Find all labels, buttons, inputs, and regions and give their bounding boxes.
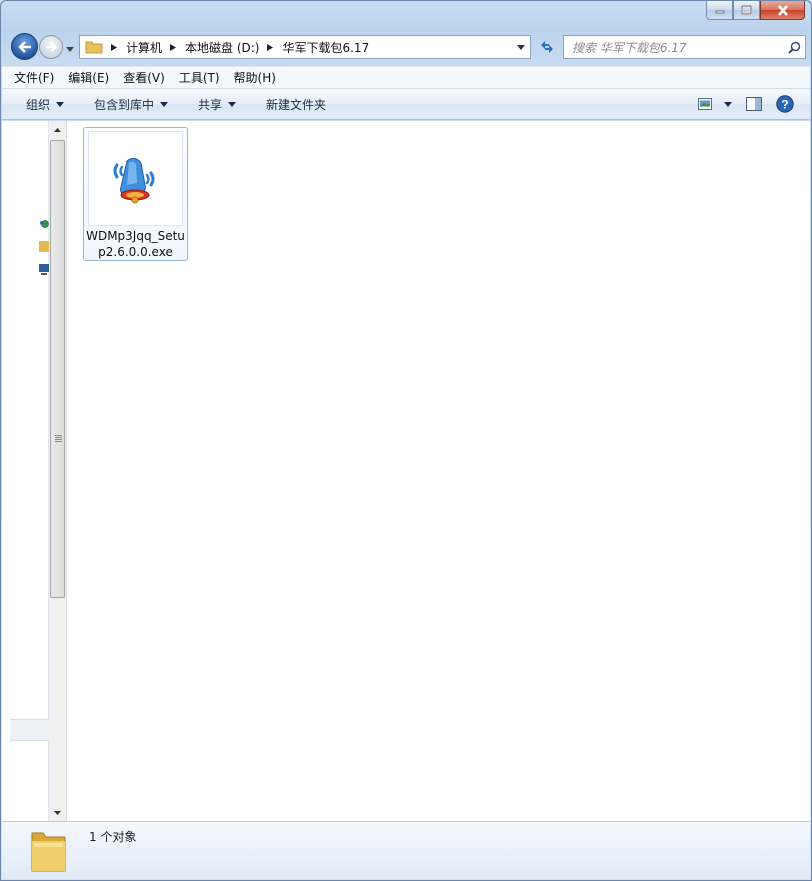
command-bar: 组织 包含到库中 共享 新建文件夹 ? bbox=[2, 89, 810, 120]
scroll-up-button[interactable] bbox=[49, 121, 66, 138]
search-box[interactable]: 搜索 华军下载包6.17 bbox=[563, 35, 806, 59]
chevron-down-icon bbox=[56, 101, 65, 107]
forward-arrow-icon bbox=[46, 42, 57, 52]
share-label: 共享 bbox=[198, 97, 223, 112]
include-in-library-button[interactable]: 包含到库中 bbox=[94, 96, 169, 113]
menu-bar: 文件(F) 编辑(E) 查看(V) 工具(T) 帮助(H) bbox=[2, 66, 810, 89]
close-button[interactable] bbox=[760, 1, 805, 20]
chevron-down-icon bbox=[228, 101, 237, 107]
minimize-icon bbox=[715, 10, 724, 14]
address-dropdown-button[interactable] bbox=[512, 36, 530, 58]
preview-pane-button[interactable] bbox=[746, 97, 762, 111]
breadcrumb-current-folder[interactable]: 华军下载包6.17 bbox=[282, 39, 369, 56]
command-bar-right: ? bbox=[684, 95, 794, 113]
chevron-right-icon bbox=[111, 43, 117, 51]
breadcrumb-computer[interactable]: 计算机 bbox=[126, 39, 185, 56]
scroll-down-icon bbox=[54, 810, 61, 815]
folder-icon bbox=[85, 41, 103, 54]
navigation-pane-scrollbar[interactable] bbox=[49, 121, 67, 821]
search-input[interactable]: 搜索 华军下载包6.17 bbox=[564, 39, 783, 56]
breadcrumb-label: 华军下载包6.17 bbox=[282, 40, 370, 55]
folder-icon[interactable] bbox=[39, 239, 49, 253]
breadcrumb-label: 计算机 bbox=[126, 40, 163, 55]
scroll-thumb[interactable] bbox=[50, 140, 65, 598]
file-list-view[interactable]: WDMp3Jqq_Setup2.6.0.0.exe bbox=[67, 121, 810, 821]
share-button[interactable]: 共享 bbox=[198, 96, 237, 113]
close-icon bbox=[777, 4, 788, 16]
item-count: 1 个对象 bbox=[89, 830, 137, 844]
menu-tools[interactable]: 工具(T) bbox=[179, 69, 220, 86]
preview-pane-icon bbox=[746, 97, 762, 111]
menu-help[interactable]: 帮助(H) bbox=[234, 69, 276, 86]
refresh-icon bbox=[541, 41, 553, 53]
refresh-button[interactable] bbox=[535, 35, 559, 59]
breadcrumb-label: 本地磁盘 (D:) bbox=[185, 40, 260, 55]
view-options-button[interactable] bbox=[698, 98, 732, 110]
file-thumbnail bbox=[88, 131, 183, 226]
bell-speaker-icon bbox=[113, 157, 154, 203]
navigation-pane-selected-row[interactable] bbox=[10, 719, 50, 741]
chevron-down-icon bbox=[517, 44, 525, 50]
view-options-icon bbox=[698, 98, 712, 110]
help-icon: ? bbox=[776, 95, 794, 113]
computer-icon[interactable] bbox=[39, 263, 49, 275]
back-arrow-icon bbox=[17, 40, 31, 53]
menu-view[interactable]: 查看(V) bbox=[123, 69, 165, 86]
menu-file[interactable]: 文件(F) bbox=[14, 69, 54, 86]
chevron-down-icon bbox=[66, 47, 74, 52]
chevron-right-icon bbox=[267, 43, 274, 51]
address-bar[interactable]: 计算机 本地磁盘 (D:) 华军下载包6.17 bbox=[79, 35, 531, 59]
new-folder-button[interactable]: 新建文件夹 bbox=[266, 96, 326, 113]
folder-icon bbox=[31, 832, 66, 872]
minimize-button[interactable] bbox=[706, 1, 733, 20]
back-button[interactable] bbox=[11, 33, 38, 60]
menu-edit[interactable]: 编辑(E) bbox=[68, 69, 109, 86]
maximize-icon bbox=[741, 5, 752, 15]
breadcrumb-root-arrow[interactable] bbox=[103, 43, 126, 51]
navigation-row: 计算机 本地磁盘 (D:) 华军下载包6.17 搜索 华军下载包6.17 bbox=[9, 32, 806, 62]
search-icon[interactable] bbox=[783, 36, 805, 58]
network-icon[interactable] bbox=[39, 218, 49, 230]
file-item[interactable]: WDMp3Jqq_Setup2.6.0.0.exe bbox=[83, 127, 188, 261]
scroll-down-button[interactable] bbox=[49, 804, 66, 821]
scroll-up-icon bbox=[54, 127, 61, 132]
svg-text:?: ? bbox=[781, 98, 788, 112]
caption-buttons bbox=[706, 1, 805, 22]
chevron-down-icon bbox=[724, 101, 732, 107]
scroll-grip-icon bbox=[55, 435, 62, 442]
forward-button[interactable] bbox=[39, 35, 63, 59]
explorer-window: 计算机 本地磁盘 (D:) 华军下载包6.17 搜索 华军下载包6.17 文件(… bbox=[0, 0, 812, 881]
organize-label: 组织 bbox=[26, 97, 51, 112]
file-name: WDMp3Jqq_Setup2.6.0.0.exe bbox=[86, 229, 185, 259]
maximize-button[interactable] bbox=[733, 1, 760, 20]
breadcrumb-drive-d[interactable]: 本地磁盘 (D:) bbox=[185, 39, 282, 56]
details-pane: 1 个对象 bbox=[2, 821, 810, 879]
new-folder-label: 新建文件夹 bbox=[266, 97, 327, 112]
include-in-library-label: 包含到库中 bbox=[94, 97, 155, 112]
recent-pages-button[interactable] bbox=[66, 41, 74, 55]
chevron-down-icon bbox=[160, 101, 169, 107]
organize-button[interactable]: 组织 bbox=[26, 96, 65, 113]
chevron-right-icon bbox=[170, 43, 177, 51]
help-button[interactable]: ? bbox=[776, 95, 794, 113]
navigation-pane bbox=[2, 121, 50, 821]
